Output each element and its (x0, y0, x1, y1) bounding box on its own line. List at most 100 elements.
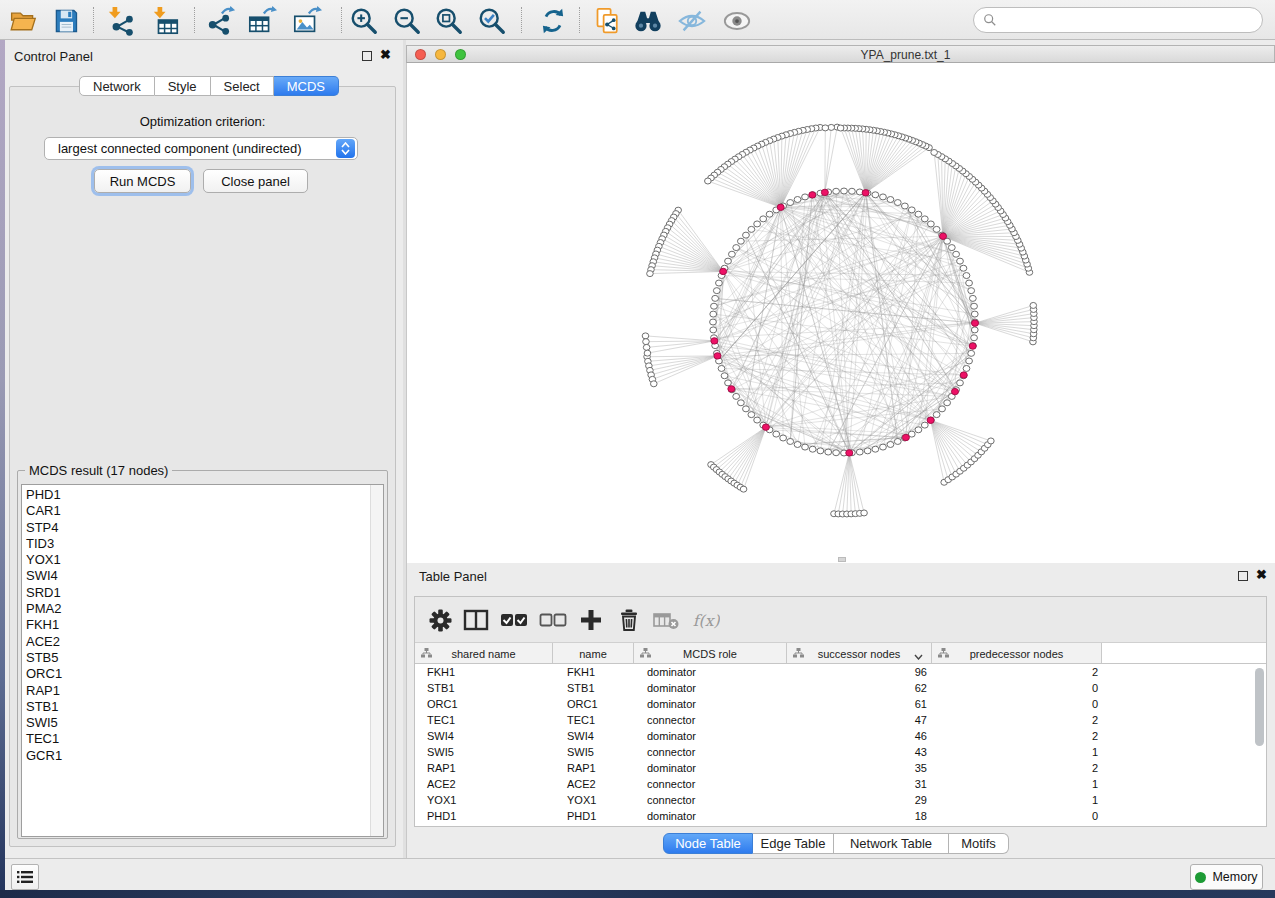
table-panel-tabs: Node TableEdge TableNetwork TableMotifs (663, 833, 1009, 854)
svg-text:f(x): f(x) (693, 611, 720, 630)
result-node[interactable]: FKH1 (22, 617, 383, 633)
sort-icon (914, 650, 923, 662)
splitter-handle[interactable] (838, 557, 846, 562)
tab-mcds[interactable]: MCDS (274, 76, 339, 96)
result-node[interactable]: PHD1 (22, 487, 383, 503)
criterion-dropdown[interactable]: largest connected component (undirected) (44, 137, 358, 160)
tab-edge-table[interactable]: Edge Table (753, 833, 834, 854)
table-row[interactable]: STB1STB1dominator620 (415, 680, 1266, 696)
result-node[interactable]: SWI5 (22, 715, 383, 731)
check-all-icon[interactable] (500, 606, 528, 634)
float-panel-icon[interactable] (362, 51, 372, 61)
column-header-predecessor-nodes[interactable]: predecessor nodes (932, 643, 1102, 664)
table-row[interactable]: SWI5SWI5connector431 (415, 744, 1266, 760)
refresh-icon[interactable] (538, 6, 568, 36)
cell-name: PHD1 (567, 808, 596, 824)
tab-select[interactable]: Select (211, 76, 274, 96)
result-node[interactable]: ACE2 (22, 634, 383, 650)
table-row[interactable]: PHD1PHD1dominator180 (415, 808, 1266, 824)
cell-mcds-role: dominator (647, 760, 696, 776)
result-node[interactable]: TID3 (22, 536, 383, 552)
table-row[interactable]: RAP1RAP1dominator352 (415, 760, 1266, 776)
table-panel: Table Panel ✖ f(x) shared namenameMCDS r… (406, 563, 1275, 858)
node-table-container: f(x) shared namenameMCDS rolesuccessor n… (414, 596, 1267, 827)
result-node[interactable]: CAR1 (22, 503, 383, 519)
show-all-icon[interactable] (722, 6, 752, 36)
columns-icon[interactable] (462, 606, 490, 634)
result-list-scrollbar[interactable] (370, 485, 383, 836)
column-header-MCDS-role[interactable]: MCDS role (634, 643, 787, 664)
memory-button[interactable]: Memory (1190, 864, 1263, 890)
result-node[interactable]: YOX1 (22, 552, 383, 568)
float-table-panel-icon[interactable] (1238, 571, 1248, 581)
result-node[interactable]: GCR1 (22, 748, 383, 764)
result-node[interactable]: STP4 (22, 520, 383, 536)
cell-predecessor-nodes: 0 (932, 696, 1098, 712)
table-row[interactable]: ORC1ORC1dominator610 (415, 696, 1266, 712)
column-header-name[interactable]: name (553, 643, 634, 664)
cell-predecessor-nodes: 2 (932, 728, 1098, 744)
save-session-icon[interactable] (51, 6, 81, 36)
application-window: Control Panel ✖ NetworkStyleSelectMCDS O… (0, 0, 1275, 898)
main-toolbar (0, 0, 1275, 40)
tab-network[interactable]: Network (79, 76, 155, 96)
hide-selected-icon[interactable] (677, 6, 707, 36)
zoom-in-icon[interactable] (349, 6, 379, 36)
run-mcds-button[interactable]: Run MCDS (94, 169, 191, 193)
desktop-background-bottom (0, 890, 1275, 898)
result-node[interactable]: SRD1 (22, 585, 383, 601)
clone-network-icon[interactable] (593, 6, 623, 36)
add-column-icon[interactable] (577, 606, 605, 634)
task-history-button[interactable] (11, 864, 39, 890)
mcds-result-list[interactable]: PHD1CAR1STP4TID3YOX1SWI4SRD1PMA2FKH1ACE2… (21, 484, 384, 837)
export-table-icon[interactable] (247, 6, 277, 36)
zoom-out-icon[interactable] (392, 6, 422, 36)
uncheck-all-icon[interactable] (539, 606, 567, 634)
close-table-panel-icon[interactable]: ✖ (1256, 570, 1267, 580)
network-canvas[interactable] (406, 63, 1275, 563)
result-node[interactable]: RAP1 (22, 683, 383, 699)
column-header-shared-name[interactable]: shared name (415, 643, 553, 664)
gear-icon[interactable] (426, 606, 454, 634)
tab-motifs[interactable]: Motifs (949, 833, 1009, 854)
close-panel-icon[interactable]: ✖ (380, 50, 391, 60)
zoom-fit-icon[interactable] (434, 6, 464, 36)
table-row[interactable]: FKH1FKH1dominator962 (415, 664, 1266, 680)
result-node[interactable]: PMA2 (22, 601, 383, 617)
import-network-icon[interactable] (106, 6, 136, 36)
cell-successor-nodes: 62 (787, 680, 927, 696)
open-file-icon[interactable] (8, 6, 38, 36)
column-header-successor-nodes[interactable]: successor nodes (787, 643, 932, 664)
table-row[interactable]: ACE2ACE2connector311 (415, 776, 1266, 792)
result-node[interactable]: TEC1 (22, 731, 383, 747)
close-panel-button[interactable]: Close panel (203, 169, 308, 193)
search-input[interactable] (973, 7, 1263, 33)
network-window-titlebar[interactable]: YPA_prune.txt_1 (406, 45, 1275, 63)
import-table-icon[interactable] (151, 6, 181, 36)
cell-name: RAP1 (567, 760, 596, 776)
result-node[interactable]: ORC1 (22, 666, 383, 682)
export-network-icon[interactable] (206, 6, 236, 36)
table-row[interactable]: SWI4SWI4dominator462 (415, 728, 1266, 744)
cell-successor-nodes: 61 (787, 696, 927, 712)
binoculars-icon[interactable] (633, 6, 663, 36)
table-row[interactable]: YOX1YOX1connector291 (415, 792, 1266, 808)
cell-successor-nodes: 31 (787, 776, 927, 792)
export-image-icon[interactable] (292, 6, 322, 36)
result-node[interactable]: STB5 (22, 650, 383, 666)
cell-name: SWI4 (567, 728, 594, 744)
tab-style[interactable]: Style (155, 76, 211, 96)
cell-shared-name: RAP1 (427, 760, 456, 776)
desktop-background-left (0, 40, 5, 890)
table-scrollbar[interactable] (1255, 668, 1264, 746)
table-row[interactable]: TEC1TEC1connector472 (415, 712, 1266, 728)
zoom-selected-icon[interactable] (477, 6, 507, 36)
result-node[interactable]: STB1 (22, 699, 383, 715)
cell-name: TEC1 (567, 712, 595, 728)
result-node[interactable]: SWI4 (22, 568, 383, 584)
cell-name: ORC1 (567, 696, 598, 712)
tab-network-table[interactable]: Network Table (834, 833, 949, 854)
delete-column-icon[interactable] (615, 606, 643, 634)
tab-node-table[interactable]: Node Table (663, 833, 753, 854)
status-bar: Memory (0, 858, 1275, 890)
